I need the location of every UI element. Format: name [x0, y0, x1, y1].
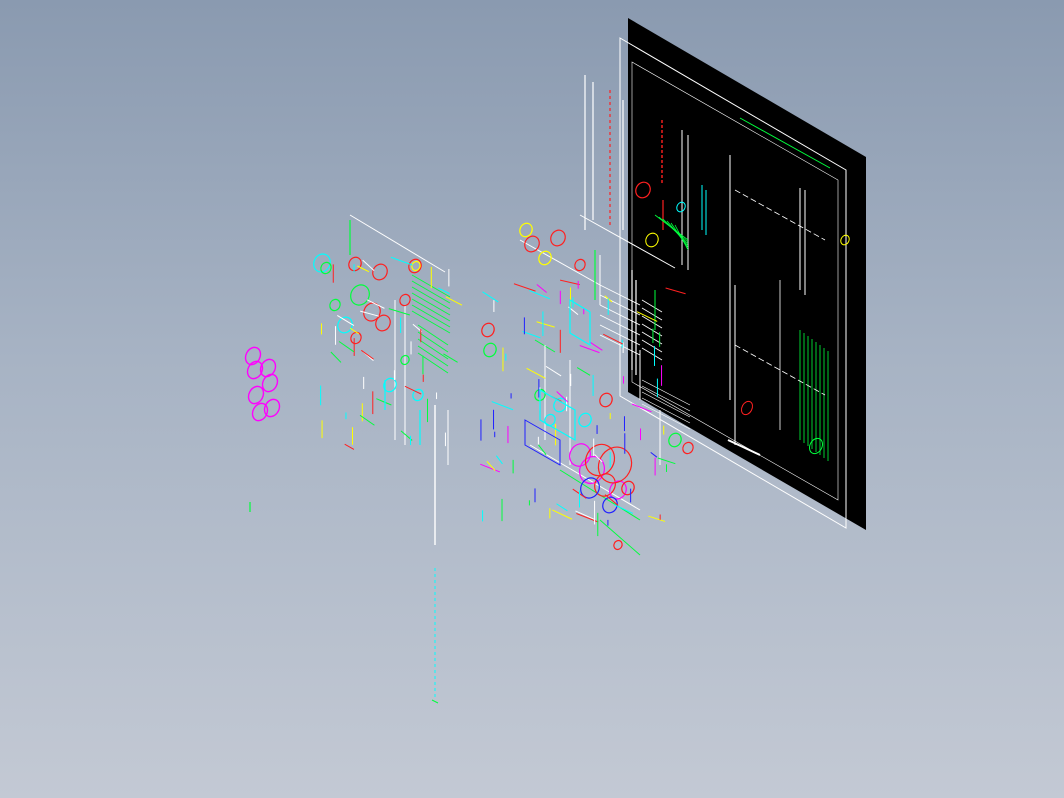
cad-circle [246, 360, 264, 380]
cad-line [486, 460, 496, 471]
cad-line [349, 214, 446, 273]
cad-circle [329, 298, 341, 312]
cad-circle [263, 398, 281, 418]
cad-line [599, 519, 641, 556]
cad-line [390, 256, 413, 266]
cad-circle [337, 316, 353, 334]
cad-circle [348, 256, 362, 272]
magenta-gears [244, 346, 281, 512]
cad-line [495, 455, 503, 465]
cad-line [589, 341, 603, 351]
cad-line [545, 365, 562, 377]
cad-line [536, 321, 555, 328]
cad-scene[interactable] [0, 0, 1064, 798]
cad-line [431, 699, 439, 704]
cad-circle [550, 229, 566, 247]
cad-line [388, 308, 411, 316]
cad-line [575, 510, 596, 521]
cad-line [513, 283, 536, 292]
cad-line [631, 403, 652, 413]
cad-circle [483, 342, 497, 358]
cad-viewport[interactable] [0, 0, 1064, 798]
cad-line [576, 367, 591, 376]
cad-outline [524, 419, 561, 466]
cad-line [613, 504, 634, 514]
cad-line [491, 401, 514, 411]
cad-line [556, 503, 568, 512]
cad-circle [481, 322, 495, 338]
cad-line [330, 351, 342, 363]
cad-circle [613, 539, 623, 551]
cad-line [361, 349, 374, 360]
cad-line [559, 279, 580, 286]
cad-circle [408, 258, 422, 274]
drawing-sheet [619, 18, 866, 530]
cad-line [648, 515, 666, 522]
cad-line [519, 239, 601, 286]
cad-circle [599, 392, 613, 408]
cad-line [338, 341, 355, 353]
cad-line [650, 451, 658, 458]
vertical-dimension-chain [431, 568, 439, 704]
cad-line [529, 290, 550, 300]
cad-line [376, 398, 392, 406]
cad-line [552, 509, 573, 520]
cad-line [522, 330, 541, 339]
cad-circle [383, 377, 397, 393]
cad-line [411, 298, 451, 322]
cad-circle [372, 263, 388, 281]
cad-circle [350, 331, 362, 345]
cad-circle [244, 346, 262, 366]
cad-circle [538, 250, 552, 266]
left-assembly [313, 214, 463, 545]
cad-circle [578, 412, 592, 428]
cad-line [411, 304, 451, 328]
cad-circle [251, 402, 269, 422]
cad-circle [668, 432, 682, 448]
cad-line [411, 286, 451, 310]
cad-line [344, 443, 355, 450]
cad-line [360, 310, 379, 317]
cad-line [529, 444, 641, 511]
cad-circle [320, 261, 332, 275]
cad-circle [574, 258, 586, 272]
cad-outline [628, 18, 866, 530]
cad-line [536, 284, 547, 293]
cad-line [411, 292, 451, 316]
cad-line [443, 353, 458, 363]
cad-circle [399, 293, 411, 307]
cad-circle [682, 441, 694, 455]
cad-line [445, 296, 463, 306]
cad-line [526, 367, 546, 379]
cad-line [411, 310, 451, 334]
cad-line [482, 291, 499, 303]
